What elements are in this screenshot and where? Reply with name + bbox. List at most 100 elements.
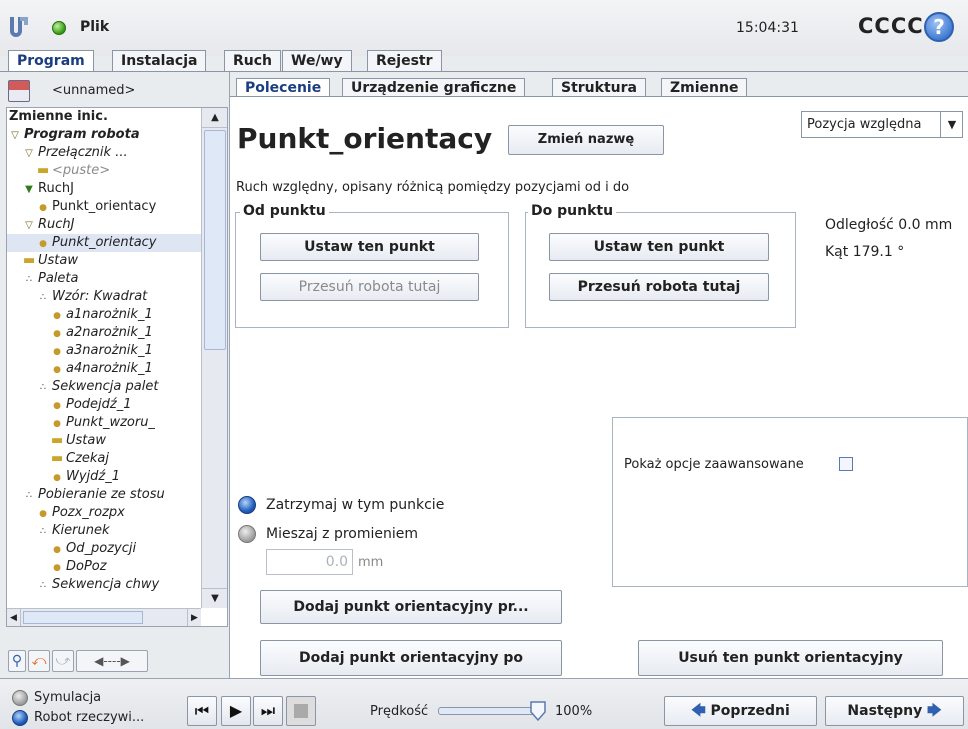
blend-radius-radio[interactable] — [238, 525, 256, 543]
tab-io[interactable]: We/wy — [282, 50, 352, 72]
set-icon: ▬ — [37, 163, 50, 178]
tree-item[interactable]: ● a3narożnik_1 — [7, 342, 201, 360]
redo-icon[interactable]: ⤻ — [52, 650, 74, 672]
tree-vertical-scrollbar[interactable]: ▲ ▼ — [201, 108, 227, 608]
from-move-robot-button[interactable]: Przesuń robota tutaj — [260, 273, 479, 301]
previous-button[interactable]: 🡄 Poprzedni — [664, 696, 817, 726]
search-icon[interactable]: ⚲ — [8, 650, 26, 672]
blend-radius-input[interactable]: 0.0 — [266, 549, 353, 575]
tab-variables[interactable]: Zmienne — [661, 78, 748, 97]
tree-item[interactable]: ● Podejdź_1 — [7, 396, 201, 414]
tree-item[interactable]: ▽ Przełącznik ... — [7, 144, 201, 162]
scroll-up-icon[interactable]: ▲ — [202, 108, 227, 128]
tree-item[interactable]: ∴ Wzór: Kwadrat — [7, 288, 201, 306]
tree-item-label: Sekwencja chwy — [52, 577, 160, 592]
speed-slider-handle[interactable] — [529, 700, 547, 722]
tree-item-label: Program robota — [24, 127, 140, 142]
angle-readout: Kąt 179.1 ° — [825, 244, 905, 260]
help-icon[interactable]: ? — [924, 12, 954, 42]
to-point-title: Do punktu — [528, 203, 617, 219]
tree-item[interactable]: ∴ Pobieranie ze stosu — [7, 486, 201, 504]
tree-item[interactable]: ▬ <puste> — [7, 162, 201, 180]
to-set-point-button[interactable]: Ustaw ten punkt — [549, 233, 769, 261]
waypoint-icon: ● — [53, 311, 61, 321]
save-icon[interactable] — [8, 80, 30, 102]
next-button[interactable]: Następny 🡆 — [825, 696, 964, 726]
scroll-thumb[interactable] — [204, 130, 226, 350]
tree-item[interactable]: ● Punkt_orientacy — [7, 198, 201, 216]
tree-item-label: Paleta — [38, 271, 79, 286]
tree-item[interactable]: ● Wyjdź_1 — [7, 468, 201, 486]
tree-item-label: Wzór: Kwadrat — [52, 289, 148, 304]
tab-log[interactable]: Rejestr — [367, 50, 442, 72]
position-type-select[interactable]: Pozycja względna — [801, 111, 963, 138]
pallet-icon: ∴ — [39, 580, 47, 591]
arrow-left-icon: 🡄 — [691, 703, 706, 719]
add-waypoint-after-button[interactable]: Dodaj punkt orientacyjny po — [260, 640, 562, 676]
tree-item[interactable]: ∴ Sekwencja chwy — [7, 576, 201, 594]
pallet-icon: ∴ — [25, 274, 33, 285]
step-forward-icon[interactable]: ⏭ — [253, 696, 283, 726]
tree-item[interactable]: ▽ Program robota — [7, 126, 201, 144]
undo-icon[interactable]: ⤺ — [28, 650, 50, 672]
waypoint-icon: ● — [39, 203, 47, 213]
tree-item[interactable]: ▬ Ustaw — [7, 432, 201, 450]
play-icon[interactable]: ▶ — [221, 696, 251, 726]
waypoint-icon: ● — [53, 365, 61, 375]
to-move-robot-button[interactable]: Przesuń robota tutaj — [549, 273, 769, 301]
add-waypoint-before-button[interactable]: Dodaj punkt orientacyjny pr... — [260, 590, 562, 624]
waypoint-icon: ● — [53, 419, 61, 429]
chevron-down-icon[interactable]: ▼ — [940, 111, 963, 138]
tree-item[interactable]: ● Pozx_rozpx — [7, 504, 201, 522]
blend-radius-label: Mieszaj z promieniem — [266, 526, 418, 542]
tree-horizontal-scrollbar[interactable]: ◀ ▶ — [7, 608, 201, 626]
tab-graphics[interactable]: Urządzenie graficzne — [342, 78, 526, 97]
skip-back-icon[interactable]: ⏮ — [187, 696, 217, 726]
tree-item[interactable]: ∴ Kierunek — [7, 522, 201, 540]
status-indicator-icon — [52, 21, 66, 35]
tab-structure[interactable]: Struktura — [552, 78, 646, 97]
tree-item[interactable]: ● DoPoz — [7, 558, 201, 576]
tab-program[interactable]: Program — [8, 50, 94, 73]
tree-toolbar: ⚲ ⤺ ⤻ ◀----▶ — [6, 628, 228, 674]
cut-paste-arrows-icon[interactable]: ◀----▶ — [76, 650, 148, 672]
expand-triangle-icon: ▽ — [11, 130, 19, 141]
tree-item[interactable]: ∴ Sekwencja palet — [7, 378, 201, 396]
tree-item[interactable]: ● Punkt_orientacy — [7, 234, 201, 252]
speed-slider[interactable] — [438, 707, 538, 715]
scroll-thumb-horizontal[interactable] — [23, 611, 143, 624]
delete-waypoint-button[interactable]: Usuń ten punkt orientacyjny — [638, 640, 943, 676]
tree-item[interactable]: Zmienne inic. — [7, 108, 201, 126]
real-robot-radio[interactable] — [12, 710, 28, 726]
scroll-down-icon[interactable]: ▼ — [202, 588, 227, 608]
rename-button[interactable]: Zmień nazwę — [508, 125, 664, 155]
advanced-options-checkbox[interactable] — [839, 457, 853, 471]
tab-move[interactable]: Ruch — [224, 50, 282, 72]
waypoint-icon: ● — [53, 329, 61, 339]
tree-item[interactable]: ● a4narożnik_1 — [7, 360, 201, 378]
tree-item[interactable]: ∴ Paleta — [7, 270, 201, 288]
scroll-left-icon[interactable]: ◀ — [7, 609, 21, 626]
move-description: Ruch względny, opisany różnicą pomiędzy … — [236, 180, 630, 195]
next-button-label: Następny — [847, 703, 923, 719]
tree-item[interactable]: ▬ Ustaw — [7, 252, 201, 270]
from-set-point-button[interactable]: Ustaw ten punkt — [260, 233, 479, 261]
tab-command[interactable]: Polecenie — [236, 78, 331, 98]
tree-item[interactable]: ▼ RuchJ — [7, 180, 201, 198]
from-point-title: Od punktu — [240, 203, 329, 219]
simulation-radio[interactable] — [12, 690, 28, 706]
tree-item[interactable]: ● a2narożnik_1 — [7, 324, 201, 342]
waypoint-title: Punkt_orientacy — [237, 122, 493, 155]
simulation-label: Symulacja — [34, 690, 102, 705]
scroll-right-icon[interactable]: ▶ — [187, 609, 201, 626]
tree-item[interactable]: ● Od_pozycji — [7, 540, 201, 558]
tree-item[interactable]: ● a1narożnik_1 — [7, 306, 201, 324]
stop-icon[interactable] — [286, 696, 316, 726]
tree-item[interactable]: ▬ Czekaj — [7, 450, 201, 468]
clock: 15:04:31 — [736, 20, 799, 36]
stop-at-point-radio[interactable] — [238, 496, 256, 514]
tab-installation[interactable]: Instalacja — [112, 50, 207, 72]
tree-item[interactable]: ● Punkt_wzoru_ — [7, 414, 201, 432]
tree-item[interactable]: ▽ RuchJ — [7, 216, 201, 234]
file-menu[interactable]: Plik — [80, 19, 109, 35]
